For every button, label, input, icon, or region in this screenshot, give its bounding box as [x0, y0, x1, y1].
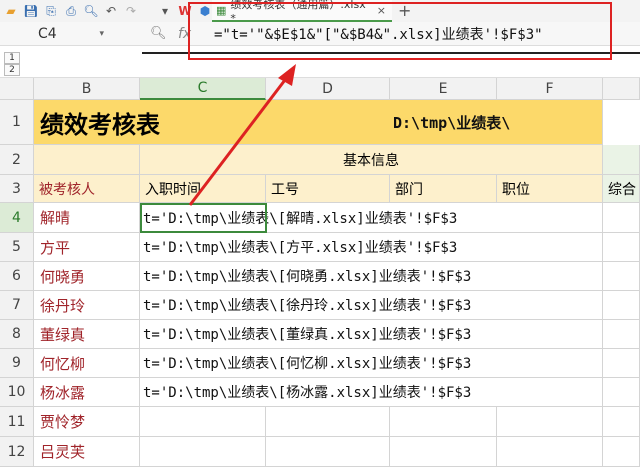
annotation-arrow — [188, 64, 296, 206]
